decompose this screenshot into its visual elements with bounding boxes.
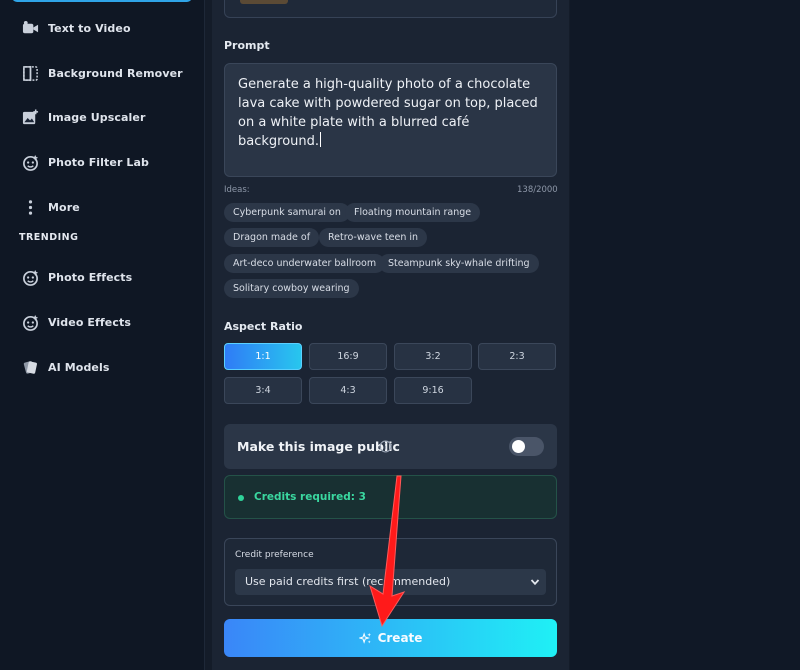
sidebar-item-label: Video Effects xyxy=(48,315,131,329)
sidebar-item-ai-models[interactable]: AI Models xyxy=(0,349,205,385)
sidebar-item-label: Image Upscaler xyxy=(48,110,146,124)
prompt-text: Generate a high-quality photo of a choco… xyxy=(238,77,538,149)
character-count: 138/2000 xyxy=(517,185,558,195)
prompt-label: Prompt xyxy=(224,39,270,52)
image-plus-icon xyxy=(21,108,39,126)
sidebar-item-background-remover[interactable]: Background Remover xyxy=(0,55,205,91)
credit-preference-label: Credit preference xyxy=(235,550,314,560)
create-button[interactable]: Create xyxy=(224,619,557,657)
text-caret xyxy=(320,132,322,147)
trending-heading: TRENDING xyxy=(19,232,79,243)
aspect-option-4-3[interactable]: 4:3 xyxy=(309,377,387,404)
prompt-textarea[interactable]: Generate a high-quality photo of a choco… xyxy=(224,63,557,177)
sidebar-item-label: Photo Filter Lab xyxy=(48,155,150,169)
idea-chip[interactable]: Cyberpunk samurai on xyxy=(224,203,350,222)
sparkle-lens-icon xyxy=(21,313,39,331)
aspect-option-16-9[interactable]: 16:9 xyxy=(309,343,387,370)
credit-preference-select[interactable]: Use paid credits first (recommended) xyxy=(235,569,546,595)
panel-left-gutter xyxy=(205,0,212,670)
create-button-label: Create xyxy=(377,631,423,645)
filter-lens-icon xyxy=(21,153,39,171)
info-icon[interactable] xyxy=(379,440,392,453)
split-frame-icon xyxy=(21,64,39,82)
aspect-option-3-4[interactable]: 3:4 xyxy=(224,377,302,404)
sidebar-item-photo-filter-lab[interactable]: Photo Filter Lab xyxy=(0,144,205,180)
ideas-label: Ideas: xyxy=(224,185,250,195)
idea-chip[interactable]: Retro-wave teen in xyxy=(319,228,428,247)
chevron-down-icon xyxy=(530,579,540,586)
sidebar-item-label: More xyxy=(48,200,80,214)
sparkles-icon xyxy=(358,631,371,644)
sidebar-item-video-effects[interactable]: Video Effects xyxy=(0,304,205,340)
aspect-option-2-3[interactable]: 2:3 xyxy=(478,343,556,370)
sidebar-item-label: Background Remover xyxy=(48,66,183,80)
credits-required-notice: Credits required: 3 xyxy=(224,475,557,519)
sparkle-lens-icon xyxy=(21,268,39,286)
video-camera-icon xyxy=(21,19,39,37)
idea-chip[interactable]: Art-deco underwater ballroom xyxy=(224,254,386,273)
sidebar-item-label: Text to Video xyxy=(48,21,131,35)
aspect-option-1-1[interactable]: 1:1 xyxy=(224,343,302,370)
sidebar-active-item-edge[interactable] xyxy=(12,0,192,2)
sidebar-item-photo-effects[interactable]: Photo Effects xyxy=(0,259,205,295)
credit-preference-card: Credit preference Use paid credits first… xyxy=(224,538,557,606)
aspect-option-3-2[interactable]: 3:2 xyxy=(394,343,472,370)
sidebar-item-label: Photo Effects xyxy=(48,270,133,284)
sidebar-item-label: AI Models xyxy=(48,360,110,374)
right-background xyxy=(570,0,800,670)
public-visibility-toggle[interactable] xyxy=(509,437,544,456)
aspect-ratio-label: Aspect Ratio xyxy=(224,320,303,333)
cards-icon xyxy=(21,358,39,376)
idea-chip[interactable]: Steampunk sky-whale drifting xyxy=(379,254,539,273)
sidebar-item-more[interactable]: More xyxy=(0,189,205,225)
public-visibility-card: Make this image public xyxy=(224,424,557,469)
toggle-knob xyxy=(512,440,525,453)
status-dot xyxy=(238,495,244,501)
idea-chip[interactable]: Solitary cowboy wearing xyxy=(224,279,359,298)
idea-chip[interactable]: Floating mountain range xyxy=(345,203,481,222)
idea-chip[interactable]: Dragon made of xyxy=(224,228,320,247)
credit-preference-value: Use paid credits first (recommended) xyxy=(245,575,451,588)
sidebar-item-image-upscaler[interactable]: Image Upscaler xyxy=(0,99,205,135)
public-visibility-label: Make this image public xyxy=(237,439,400,454)
more-vertical-icon xyxy=(21,198,39,216)
aspect-option-9-16[interactable]: 9:16 xyxy=(394,377,472,404)
sidebar-item-text-to-video[interactable]: Text to Video xyxy=(0,10,205,46)
reference-image-thumbnail xyxy=(240,0,288,4)
sidebar: Text to Video Background Remover Image U… xyxy=(0,0,205,670)
credits-required-text: Credits required: 3 xyxy=(254,491,366,503)
